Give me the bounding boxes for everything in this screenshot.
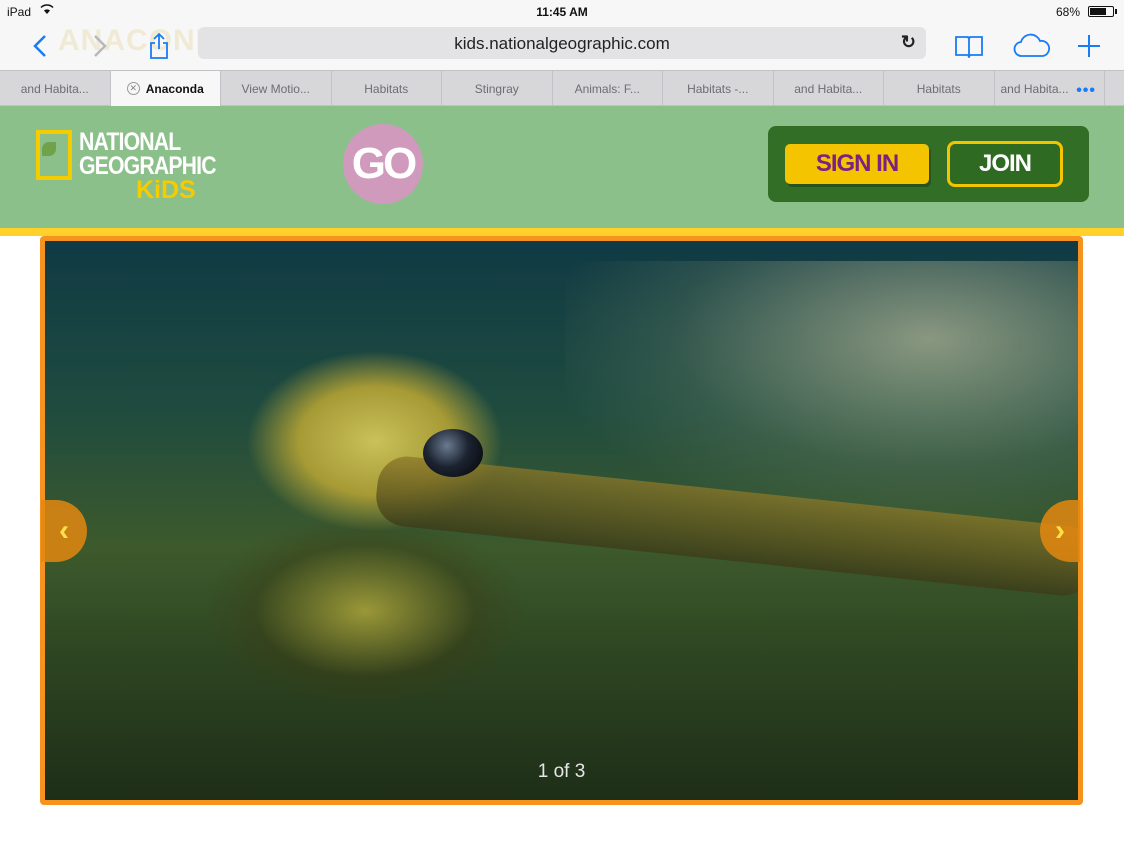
battery-percent: 68% — [1055, 5, 1080, 19]
header-divider — [0, 228, 1124, 236]
tab-view-motion[interactable]: View Motio... — [221, 71, 332, 106]
chevron-right-icon — [94, 35, 107, 57]
tab-label: and Habita... — [1000, 81, 1069, 96]
go-button[interactable]: GO — [343, 124, 423, 204]
chevron-left-icon — [33, 35, 46, 57]
tab-habitats-2[interactable]: Habitats -... — [663, 71, 774, 106]
logo-line-3: KiDS — [136, 176, 196, 204]
tab-label: and Habita... — [794, 81, 863, 96]
tab-and-habitats-3[interactable]: and Habita... ••• — [995, 71, 1105, 106]
tab-strip: and Habita... ✕ Anaconda View Motio... H… — [0, 70, 1124, 106]
chevron-left-icon: ‹ — [59, 514, 69, 547]
hero-slideshow[interactable]: 1 of 3 — [40, 236, 1083, 805]
tab-and-habitats-2[interactable]: and Habita... — [774, 71, 884, 106]
address-bar[interactable]: kids.nationalgeographic.com ↻ — [198, 27, 926, 59]
anaconda-eye-image — [423, 429, 483, 477]
more-tabs-icon[interactable]: ••• — [1076, 82, 1096, 100]
share-icon — [150, 32, 168, 59]
url-text: kids.nationalgeographic.com — [454, 34, 670, 53]
browser-toolbar: ANACONDA kids.nationalgeographic.com ↻ — [0, 24, 1124, 70]
book-icon — [955, 36, 983, 58]
tab-label: Habitats — [364, 81, 409, 96]
clock: 11:45 AM — [536, 5, 588, 19]
tab-habitats-3[interactable]: Habitats — [884, 71, 995, 106]
icloud-tabs-button[interactable] — [1010, 30, 1054, 62]
status-bar: iPad 11:45 AM 68% — [0, 0, 1124, 24]
cloud-icon — [1013, 33, 1051, 57]
forward-button[interactable] — [86, 30, 114, 62]
join-button[interactable]: JOIN — [947, 141, 1063, 187]
yellow-border-icon — [36, 130, 72, 180]
tab-label: Habitats — [916, 81, 961, 96]
plus-icon — [1078, 35, 1100, 57]
battery-icon — [1088, 6, 1117, 17]
tab-label: Animals: F... — [574, 81, 640, 96]
tab-stingray[interactable]: Stingray — [442, 71, 553, 106]
site-header: NATIONAL GEOGRAPHIC KiDS GO SIGN IN JOIN — [0, 106, 1124, 228]
share-button[interactable] — [144, 30, 174, 62]
tab-label: Stingray — [474, 81, 519, 96]
auth-panel: SIGN IN JOIN — [768, 126, 1089, 202]
tab-label: View Motio... — [241, 81, 310, 96]
tab-anaconda[interactable]: ✕ Anaconda — [110, 71, 221, 106]
tab-and-habitats-1[interactable]: and Habita... — [0, 71, 111, 106]
slide-counter: 1 of 3 — [537, 761, 586, 782]
tab-label: Habitats -... — [687, 81, 749, 96]
reload-icon[interactable]: ↻ — [901, 32, 916, 53]
chevron-right-icon: › — [1055, 514, 1065, 547]
close-tab-icon[interactable]: ✕ — [126, 82, 140, 95]
bookmarks-button[interactable] — [952, 30, 986, 62]
tab-habitats-1[interactable]: Habitats — [332, 71, 442, 106]
back-button[interactable] — [26, 30, 54, 62]
sign-in-button[interactable]: SIGN IN — [785, 144, 929, 184]
tab-animals[interactable]: Animals: F... — [553, 71, 663, 106]
new-tab-button[interactable] — [1074, 30, 1104, 62]
tab-label: and Habita... — [20, 81, 89, 96]
tab-label: Anaconda — [145, 81, 204, 96]
